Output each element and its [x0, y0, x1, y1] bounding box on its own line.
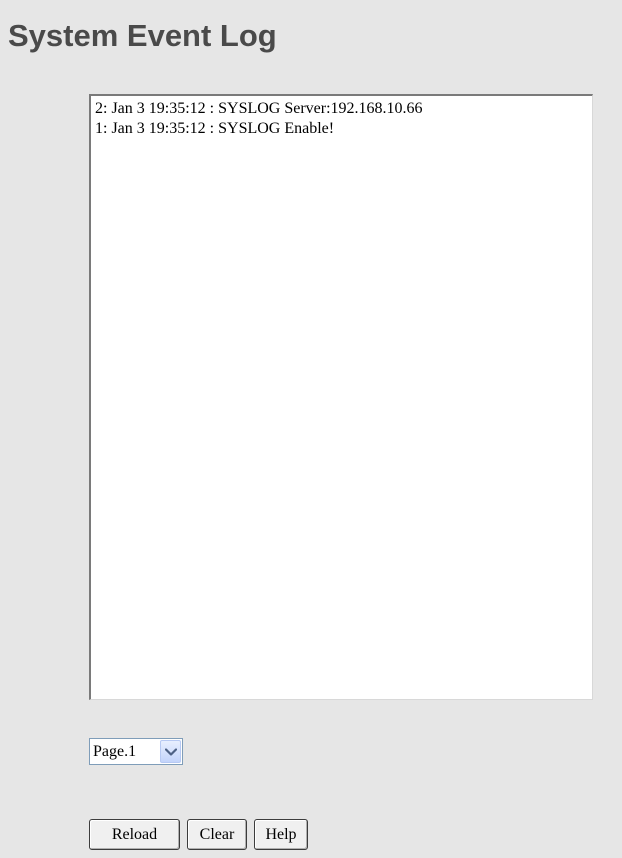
help-button[interactable]: Help: [254, 819, 308, 850]
page-select-value: Page.1: [93, 743, 137, 760]
chevron-down-icon: [165, 748, 177, 756]
page-select[interactable]: Page.1: [89, 738, 183, 765]
reload-button[interactable]: Reload: [89, 819, 180, 850]
log-entry: 1: Jan 3 19:35:12 : SYSLOG Enable!: [95, 120, 335, 137]
log-entry: 2: Jan 3 19:35:12 : SYSLOG Server:192.16…: [95, 100, 423, 117]
page-title: System Event Log: [8, 18, 277, 53]
event-log-textarea[interactable]: 2: Jan 3 19:35:12 : SYSLOG Server:192.16…: [89, 94, 593, 700]
clear-button[interactable]: Clear: [187, 819, 247, 850]
select-dropdown-button[interactable]: [160, 740, 181, 763]
